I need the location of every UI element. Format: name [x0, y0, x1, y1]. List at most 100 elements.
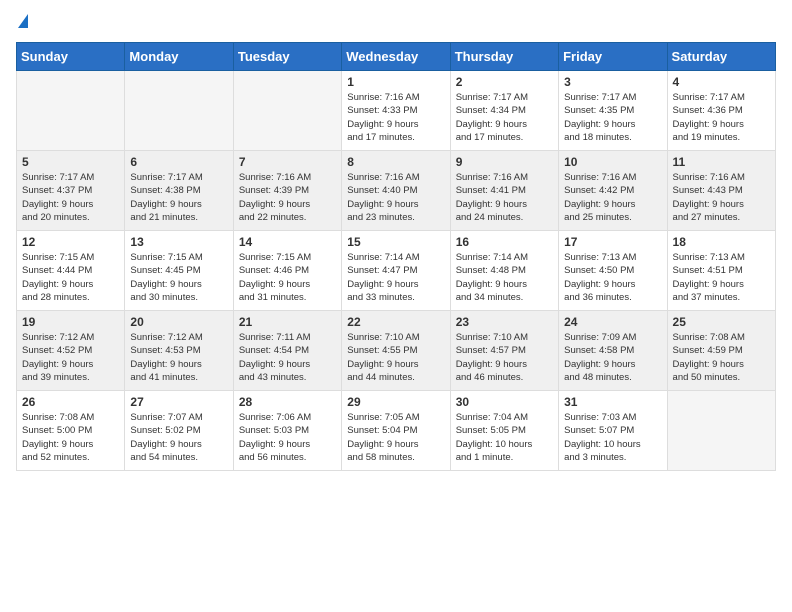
calendar-day: 17Sunrise: 7:13 AM Sunset: 4:50 PM Dayli…: [559, 231, 667, 311]
day-number: 27: [130, 395, 227, 409]
calendar-day: 25 Sunrise: 7:08 AM Sunset: 4:59 PM Dayli…: [667, 311, 775, 391]
day-number: 14: [239, 235, 336, 249]
weekday-header-thursday: Thursday: [450, 43, 558, 71]
calendar-day: 1 Sunrise: 7:16 AM Sunset: 4:33 PM Daylig…: [342, 71, 450, 151]
day-number: 22: [347, 315, 444, 329]
calendar-day: 24 Sunrise: 7:09 AM Sunset: 4:58 PM Dayli…: [559, 311, 667, 391]
calendar-day: 23 Sunrise: 7:10 AM Sunset: 4:57 PM Dayli…: [450, 311, 558, 391]
calendar-day: 26Sunrise: 7:08 AM Sunset: 5:00 PM Dayli…: [17, 391, 125, 471]
day-number: 9: [456, 155, 553, 169]
calendar-week-row: 1 Sunrise: 7:16 AM Sunset: 4:33 PM Daylig…: [17, 71, 776, 151]
calendar-day: 10 Sunrise: 7:16 AM Sunset: 4:42 PM Dayli…: [559, 151, 667, 231]
calendar-day: 16 Sunrise: 7:14 AM Sunset: 4:48 PM Dayli…: [450, 231, 558, 311]
calendar-day: 28 Sunrise: 7:06 AM Sunset: 5:03 PM Dayli…: [233, 391, 341, 471]
weekday-header-sunday: Sunday: [17, 43, 125, 71]
day-number: 10: [564, 155, 661, 169]
day-info: Sunrise: 7:16 AM Sunset: 4:40 PM Dayligh…: [347, 171, 444, 224]
day-info: Sunrise: 7:09 AM Sunset: 4:58 PM Dayligh…: [564, 331, 661, 384]
calendar-day: 22Sunrise: 7:10 AM Sunset: 4:55 PM Dayli…: [342, 311, 450, 391]
calendar-day: [667, 391, 775, 471]
day-number: 13: [130, 235, 227, 249]
day-info: Sunrise: 7:06 AM Sunset: 5:03 PM Dayligh…: [239, 411, 336, 464]
day-info: Sunrise: 7:16 AM Sunset: 4:39 PM Dayligh…: [239, 171, 336, 224]
day-number: 29: [347, 395, 444, 409]
day-number: 15: [347, 235, 444, 249]
day-number: 23: [456, 315, 553, 329]
day-number: 30: [456, 395, 553, 409]
day-info: Sunrise: 7:14 AM Sunset: 4:48 PM Dayligh…: [456, 251, 553, 304]
calendar-day: 31Sunrise: 7:03 AM Sunset: 5:07 PM Dayli…: [559, 391, 667, 471]
calendar-day: 29 Sunrise: 7:05 AM Sunset: 5:04 PM Dayli…: [342, 391, 450, 471]
day-number: 16: [456, 235, 553, 249]
day-info: Sunrise: 7:17 AM Sunset: 4:38 PM Dayligh…: [130, 171, 227, 224]
calendar-week-row: 5 Sunrise: 7:17 AM Sunset: 4:37 PM Daylig…: [17, 151, 776, 231]
logo-triangle-icon: [18, 14, 28, 28]
calendar-day: 13 Sunrise: 7:15 AM Sunset: 4:45 PM Dayli…: [125, 231, 233, 311]
day-info: Sunrise: 7:08 AM Sunset: 4:59 PM Dayligh…: [673, 331, 770, 384]
calendar-day: 21Sunrise: 7:11 AM Sunset: 4:54 PM Dayli…: [233, 311, 341, 391]
day-info: Sunrise: 7:13 AM Sunset: 4:51 PM Dayligh…: [673, 251, 770, 304]
day-info: Sunrise: 7:16 AM Sunset: 4:33 PM Dayligh…: [347, 91, 444, 144]
day-info: Sunrise: 7:17 AM Sunset: 4:37 PM Dayligh…: [22, 171, 119, 224]
day-number: 8: [347, 155, 444, 169]
day-info: Sunrise: 7:12 AM Sunset: 4:53 PM Dayligh…: [130, 331, 227, 384]
weekday-header-wednesday: Wednesday: [342, 43, 450, 71]
day-info: Sunrise: 7:14 AM Sunset: 4:47 PM Dayligh…: [347, 251, 444, 304]
calendar-day: 19Sunrise: 7:12 AM Sunset: 4:52 PM Dayli…: [17, 311, 125, 391]
day-number: 4: [673, 75, 770, 89]
calendar-day: 2 Sunrise: 7:17 AM Sunset: 4:34 PM Daylig…: [450, 71, 558, 151]
day-info: Sunrise: 7:16 AM Sunset: 4:41 PM Dayligh…: [456, 171, 553, 224]
day-number: 18: [673, 235, 770, 249]
calendar-day: [125, 71, 233, 151]
day-number: 2: [456, 75, 553, 89]
day-info: Sunrise: 7:07 AM Sunset: 5:02 PM Dayligh…: [130, 411, 227, 464]
day-number: 1: [347, 75, 444, 89]
calendar-day: 15 Sunrise: 7:14 AM Sunset: 4:47 PM Dayli…: [342, 231, 450, 311]
day-number: 31: [564, 395, 661, 409]
calendar-day: 6 Sunrise: 7:17 AM Sunset: 4:38 PM Daylig…: [125, 151, 233, 231]
day-number: 5: [22, 155, 119, 169]
weekday-header-friday: Friday: [559, 43, 667, 71]
calendar-day: 4 Sunrise: 7:17 AM Sunset: 4:36 PM Daylig…: [667, 71, 775, 151]
day-info: Sunrise: 7:16 AM Sunset: 4:42 PM Dayligh…: [564, 171, 661, 224]
calendar-day: 12Sunrise: 7:15 AM Sunset: 4:44 PM Dayli…: [17, 231, 125, 311]
day-number: 7: [239, 155, 336, 169]
weekday-header-tuesday: Tuesday: [233, 43, 341, 71]
calendar-week-row: 26Sunrise: 7:08 AM Sunset: 5:00 PM Dayli…: [17, 391, 776, 471]
calendar-day: 7 Sunrise: 7:16 AM Sunset: 4:39 PM Daylig…: [233, 151, 341, 231]
calendar-day: 20Sunrise: 7:12 AM Sunset: 4:53 PM Dayli…: [125, 311, 233, 391]
day-number: 24: [564, 315, 661, 329]
day-info: Sunrise: 7:10 AM Sunset: 4:57 PM Dayligh…: [456, 331, 553, 384]
page-header: [16, 16, 776, 30]
calendar-day: 8 Sunrise: 7:16 AM Sunset: 4:40 PM Daylig…: [342, 151, 450, 231]
calendar-day: 3Sunrise: 7:17 AM Sunset: 4:35 PM Daylig…: [559, 71, 667, 151]
weekday-header-saturday: Saturday: [667, 43, 775, 71]
day-number: 25: [673, 315, 770, 329]
logo: [16, 16, 28, 30]
calendar-week-row: 19Sunrise: 7:12 AM Sunset: 4:52 PM Dayli…: [17, 311, 776, 391]
day-number: 26: [22, 395, 119, 409]
day-number: 28: [239, 395, 336, 409]
day-number: 11: [673, 155, 770, 169]
day-info: Sunrise: 7:16 AM Sunset: 4:43 PM Dayligh…: [673, 171, 770, 224]
calendar-day: 27 Sunrise: 7:07 AM Sunset: 5:02 PM Dayli…: [125, 391, 233, 471]
day-number: 6: [130, 155, 227, 169]
calendar-day: 9 Sunrise: 7:16 AM Sunset: 4:41 PM Daylig…: [450, 151, 558, 231]
day-info: Sunrise: 7:17 AM Sunset: 4:34 PM Dayligh…: [456, 91, 553, 144]
calendar-day: 14Sunrise: 7:15 AM Sunset: 4:46 PM Dayli…: [233, 231, 341, 311]
calendar-day: 11 Sunrise: 7:16 AM Sunset: 4:43 PM Dayli…: [667, 151, 775, 231]
day-number: 21: [239, 315, 336, 329]
day-info: Sunrise: 7:12 AM Sunset: 4:52 PM Dayligh…: [22, 331, 119, 384]
day-info: Sunrise: 7:17 AM Sunset: 4:35 PM Dayligh…: [564, 91, 661, 144]
day-info: Sunrise: 7:13 AM Sunset: 4:50 PM Dayligh…: [564, 251, 661, 304]
calendar-week-row: 12Sunrise: 7:15 AM Sunset: 4:44 PM Dayli…: [17, 231, 776, 311]
day-number: 12: [22, 235, 119, 249]
calendar-table: SundayMondayTuesdayWednesdayThursdayFrid…: [16, 42, 776, 471]
day-info: Sunrise: 7:15 AM Sunset: 4:45 PM Dayligh…: [130, 251, 227, 304]
calendar-day: 30Sunrise: 7:04 AM Sunset: 5:05 PM Dayli…: [450, 391, 558, 471]
day-info: Sunrise: 7:05 AM Sunset: 5:04 PM Dayligh…: [347, 411, 444, 464]
day-info: Sunrise: 7:17 AM Sunset: 4:36 PM Dayligh…: [673, 91, 770, 144]
weekday-header-monday: Monday: [125, 43, 233, 71]
calendar-day: [17, 71, 125, 151]
weekday-header-row: SundayMondayTuesdayWednesdayThursdayFrid…: [17, 43, 776, 71]
